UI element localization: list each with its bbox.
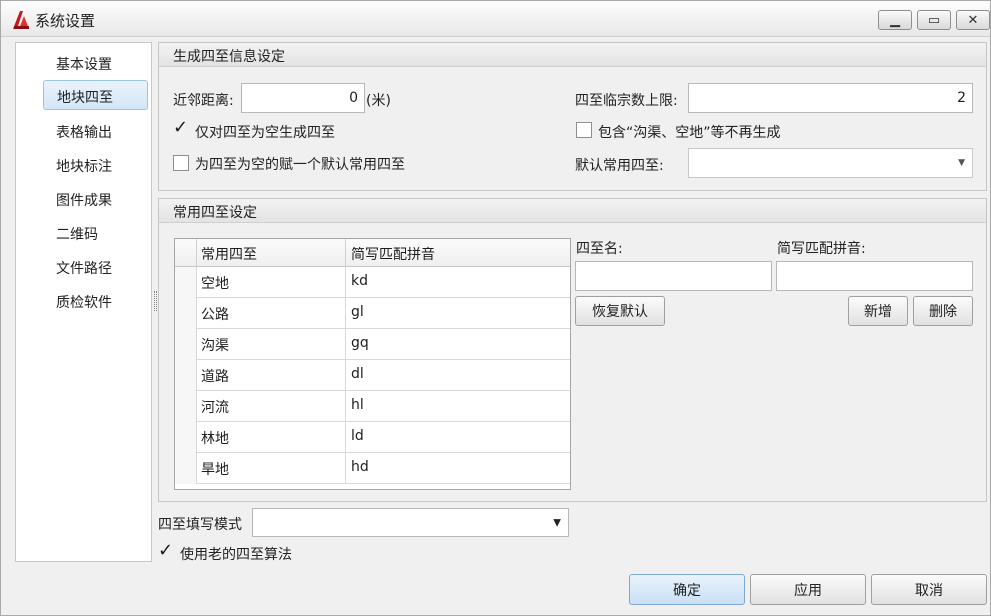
ok-button[interactable]: 确定	[629, 574, 745, 605]
include-ditch-label: 包含“沟渠、空地”等不再生成	[598, 125, 781, 141]
group-header-generate: 生成四至信息设定	[159, 43, 986, 67]
neighbor-distance-unit: (米)	[366, 93, 391, 109]
cell-boundary: 公路	[201, 307, 229, 323]
sidebar-item-parcel-boundary[interactable]: 地块四至	[43, 80, 148, 110]
add-button[interactable]: 新增	[848, 296, 908, 326]
common-boundary-group: 常用四至设定 常用四至 简写匹配拼音 空地 kd 公路 gl 沟渠 gq 道路 dl 河…	[158, 198, 987, 502]
cell-pinyin: hl	[351, 397, 364, 413]
checkmark-icon: ✓	[158, 540, 174, 561]
minimize-button[interactable]: ▁	[878, 10, 912, 30]
sidebar-item-basic[interactable]: 基本设置	[56, 54, 112, 74]
include-ditch-checkbox[interactable]	[576, 122, 592, 138]
row-header-corner	[175, 239, 197, 267]
apply-button[interactable]: 应用	[750, 574, 866, 605]
column-header-pinyin[interactable]: 简写匹配拼音	[351, 244, 435, 264]
cell-boundary: 林地	[201, 431, 229, 447]
settings-sidebar: 基本设置 地块四至 表格输出 地块标注 图件成果 二维码 文件路径 质检软件	[15, 42, 152, 562]
sidebar-item-map-output[interactable]: 图件成果	[56, 190, 112, 210]
table-row[interactable]: 公路 gl	[175, 298, 570, 329]
group-header-common: 常用四至设定	[159, 199, 986, 223]
sidebar-item-file-path[interactable]: 文件路径	[56, 258, 112, 278]
sidebar-item-qc-software[interactable]: 质检软件	[56, 292, 112, 312]
boundary-name-input[interactable]	[575, 261, 772, 291]
column-header-boundary[interactable]: 常用四至	[201, 244, 257, 264]
table-row[interactable]: 河流 hl	[175, 391, 570, 422]
chevron-down-icon: ▼	[958, 158, 965, 168]
neighbor-distance-input[interactable]: 0	[241, 83, 365, 113]
cell-pinyin: hd	[351, 459, 369, 475]
cell-pinyin: gl	[351, 304, 364, 320]
chevron-down-icon: ▼	[553, 517, 561, 528]
cell-boundary: 河流	[201, 400, 229, 416]
neighbor-distance-label: 近邻距离:	[173, 93, 234, 109]
close-icon: ✕	[967, 12, 979, 28]
table-row[interactable]: 道路 dl	[175, 360, 570, 391]
sidebar-item-qrcode[interactable]: 二维码	[56, 224, 98, 244]
maximize-button[interactable]: ▭	[917, 10, 951, 30]
pinyin-label: 简写匹配拼音:	[777, 241, 866, 257]
only-empty-checkbox[interactable]: ✓	[173, 117, 189, 138]
common-boundary-table[interactable]: 常用四至 简写匹配拼音 空地 kd 公路 gl 沟渠 gq 道路 dl 河流 hl 林地 l…	[174, 238, 571, 490]
cell-boundary: 旱地	[201, 462, 229, 478]
minimize-icon: ▁	[890, 12, 900, 28]
only-empty-label: 仅对四至为空生成四至	[195, 125, 335, 141]
boundary-name-label: 四至名:	[576, 241, 623, 257]
cell-boundary: 空地	[201, 276, 229, 292]
table-header: 常用四至 简写匹配拼音	[175, 239, 570, 267]
cell-pinyin: dl	[351, 366, 364, 382]
app-logo-icon	[13, 11, 29, 29]
cell-boundary: 道路	[201, 369, 229, 385]
maximize-icon: ▭	[927, 12, 941, 28]
title-bar[interactable]: 系统设置 ▁ ▭ ✕	[1, 1, 990, 37]
cell-pinyin: gq	[351, 335, 369, 351]
window-title: 系统设置	[35, 12, 96, 30]
pinyin-input[interactable]	[776, 261, 973, 291]
old-algorithm-label: 使用老的四至算法	[180, 547, 292, 563]
sidebar-item-table-output[interactable]: 表格输出	[56, 122, 112, 142]
default-boundary-label: 默认常用四至:	[575, 158, 664, 174]
cancel-button[interactable]: 取消	[871, 574, 987, 605]
old-algorithm-checkbox[interactable]: ✓	[158, 540, 174, 561]
restore-default-button[interactable]: 恢复默认	[575, 296, 665, 326]
assign-default-checkbox[interactable]	[173, 155, 189, 171]
assign-default-label: 为四至为空的赋一个默认常用四至	[195, 157, 405, 173]
cell-pinyin: kd	[351, 273, 368, 289]
checkmark-icon: ✓	[173, 117, 189, 138]
cell-boundary: 沟渠	[201, 338, 229, 354]
neighbor-limit-label: 四至临宗数上限:	[575, 93, 678, 109]
neighbor-limit-input[interactable]: 2	[688, 83, 973, 113]
cell-pinyin: ld	[351, 428, 364, 444]
table-row[interactable]: 沟渠 gq	[175, 329, 570, 360]
table-row[interactable]: 旱地 hd	[175, 453, 570, 484]
table-row[interactable]: 林地 ld	[175, 422, 570, 453]
close-button[interactable]: ✕	[956, 10, 990, 30]
table-row[interactable]: 空地 kd	[175, 267, 570, 298]
fill-mode-combo[interactable]: ▼	[252, 508, 569, 537]
delete-button[interactable]: 删除	[913, 296, 973, 326]
sidebar-item-parcel-label[interactable]: 地块标注	[56, 156, 112, 176]
settings-window: 系统设置 ▁ ▭ ✕ 基本设置 地块四至 表格输出 地块标注 图件成果 二维码 …	[0, 0, 991, 616]
splitter-handle[interactable]	[154, 291, 157, 311]
generate-settings-group: 生成四至信息设定 近邻距离: 0 (米) 四至临宗数上限: 2 ✓ 仅对四至为空…	[158, 42, 987, 191]
fill-mode-label: 四至填写模式	[158, 517, 242, 533]
default-boundary-combo[interactable]: ▼	[688, 148, 973, 178]
